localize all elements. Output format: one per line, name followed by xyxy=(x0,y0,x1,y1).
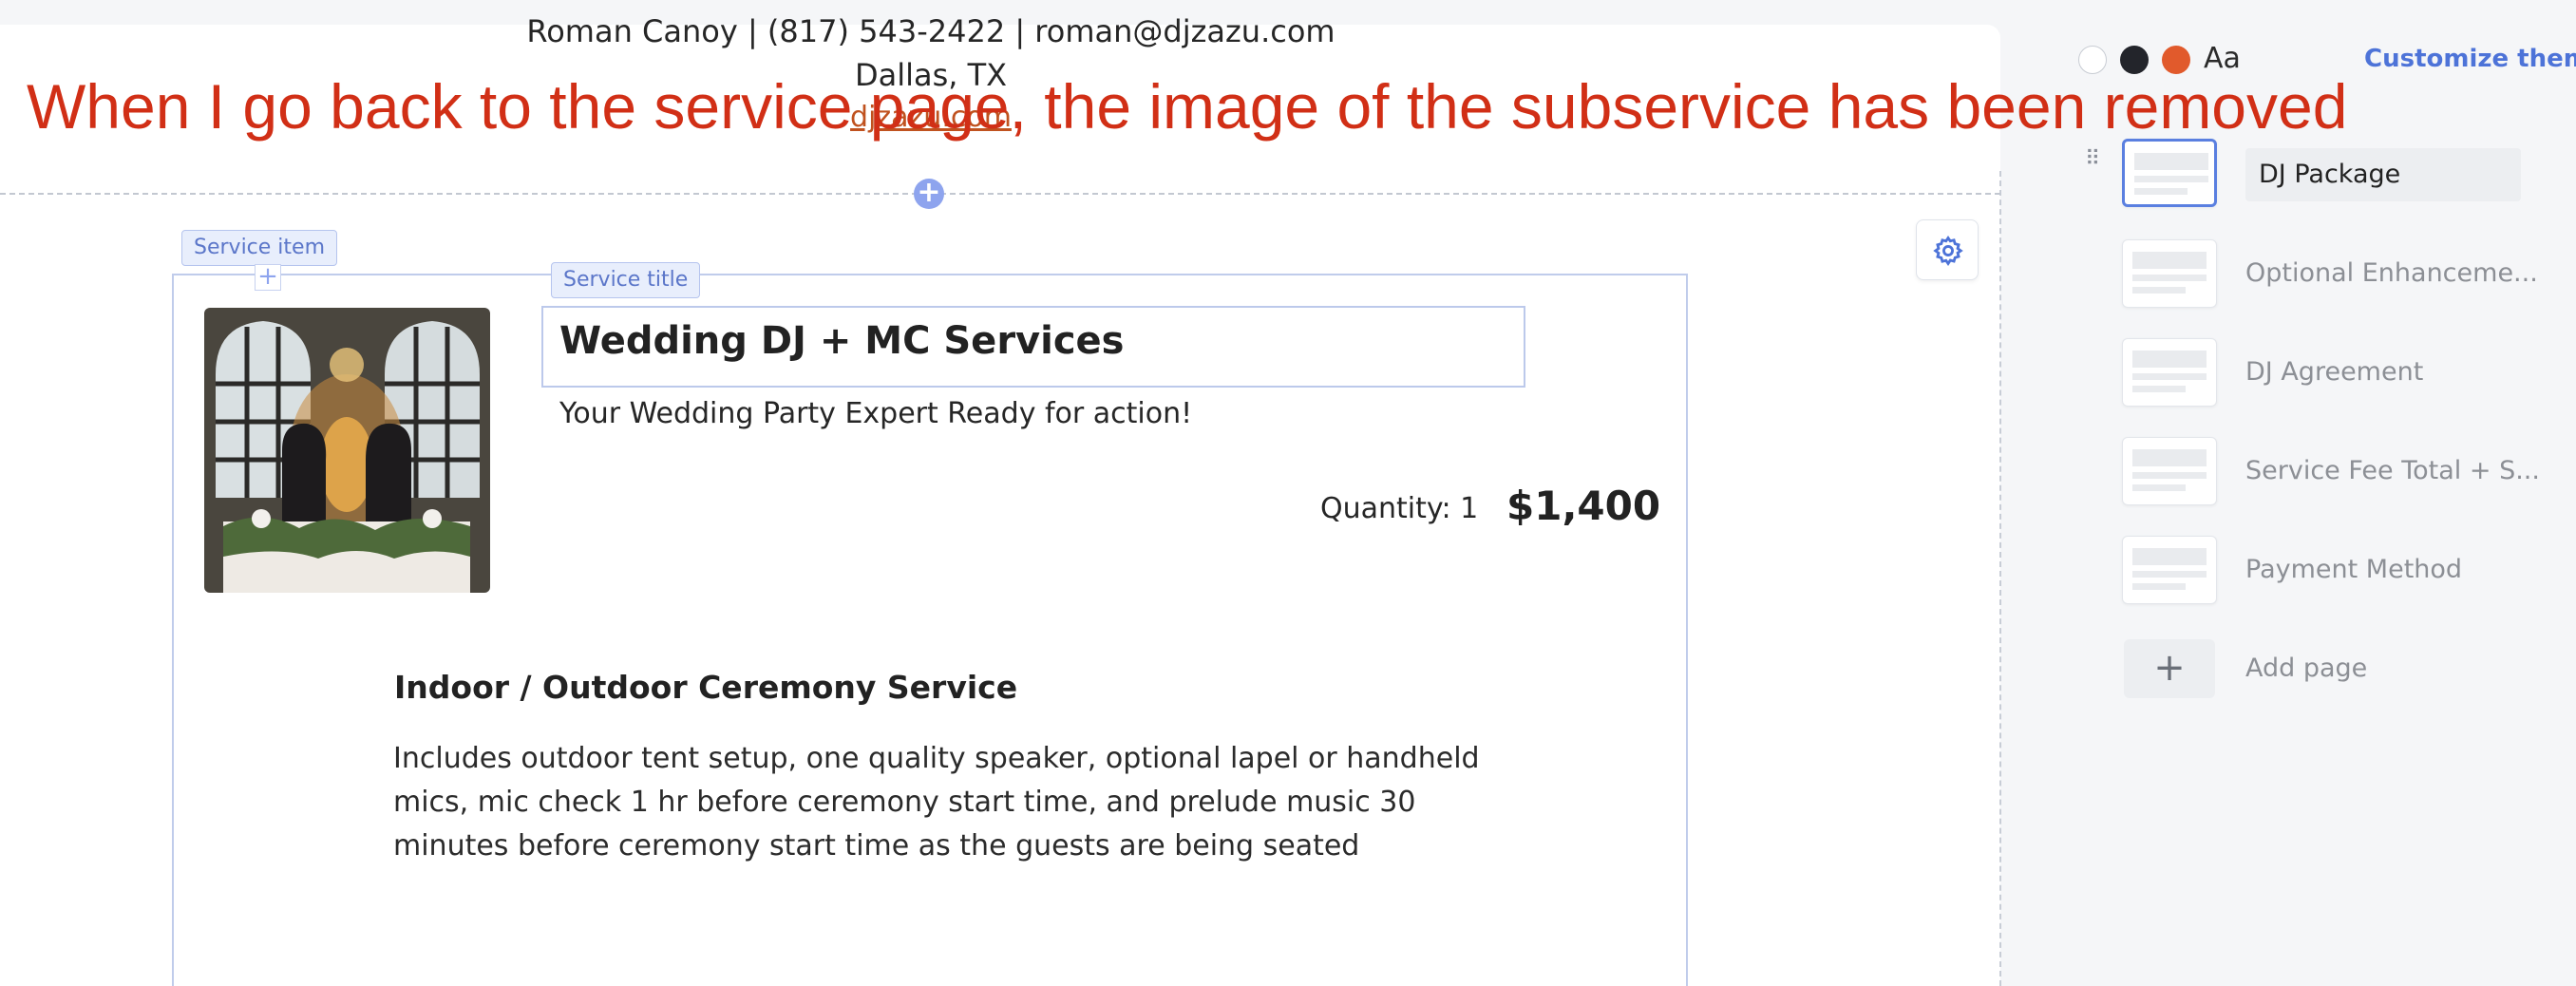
service-price: $1,400 xyxy=(1506,483,1661,529)
wedding-venue-photo xyxy=(204,308,490,593)
page-label[interactable]: DJ Package xyxy=(2245,148,2521,201)
add-page-button[interactable]: + xyxy=(2124,639,2215,698)
service-image[interactable] xyxy=(204,308,490,593)
add-block-plus-icon[interactable]: + xyxy=(255,264,281,291)
page-item-dj-agreement[interactable]: DJ Agreement xyxy=(2122,338,2521,410)
subservice-heading[interactable]: Indoor / Outdoor Ceremony Service xyxy=(394,669,1017,706)
page-thumbnail[interactable] xyxy=(2122,437,2217,505)
page-label[interactable]: Payment Method xyxy=(2245,555,2462,584)
page-item-dj-package[interactable]: DJ Package xyxy=(2122,139,2521,211)
page-label[interactable]: Optional Enhanceme... xyxy=(2245,258,2538,288)
theme-swatch-white[interactable] xyxy=(2078,46,2107,74)
annotation-text: When I go back to the service page, the … xyxy=(27,71,2348,142)
page-thumbnail[interactable] xyxy=(2122,536,2217,604)
header-contact-line: Roman Canoy | (817) 543-2422 | roman@djz… xyxy=(526,13,1335,49)
theme-swatch-black[interactable] xyxy=(2120,46,2149,74)
page-thumbnail[interactable] xyxy=(2122,139,2217,207)
block-settings-button[interactable] xyxy=(1916,219,1979,280)
page-item-payment-method[interactable]: Payment Method xyxy=(2122,536,2521,608)
add-page-label[interactable]: Add page xyxy=(2245,654,2367,683)
page-item-optional-enhancements[interactable]: Optional Enhanceme... xyxy=(2122,239,2538,312)
theme-font-label[interactable]: Aa xyxy=(2204,42,2241,75)
page-label[interactable]: Service Fee Total + S... xyxy=(2245,456,2540,485)
customize-theme-link[interactable]: Customize theme xyxy=(2364,45,2576,73)
drag-handle-icon[interactable]: ⠿ xyxy=(2085,149,2100,180)
subservice-description[interactable]: Includes outdoor tent setup, one quality… xyxy=(393,737,1514,868)
service-item-tag[interactable]: Service item xyxy=(181,230,338,266)
service-title[interactable]: Wedding DJ + MC Services xyxy=(559,319,1124,363)
service-title-tag[interactable]: Service title xyxy=(551,262,701,298)
theme-swatch-orange[interactable] xyxy=(2162,46,2190,74)
page-label[interactable]: DJ Agreement xyxy=(2245,357,2423,387)
add-section-button[interactable]: + xyxy=(914,179,944,209)
plus-icon: + xyxy=(2153,646,2186,690)
gear-icon xyxy=(1933,236,1963,266)
page-thumbnail[interactable] xyxy=(2122,338,2217,407)
canvas-boundary xyxy=(1999,171,2001,986)
page-item-service-fee-total[interactable]: Service Fee Total + S... xyxy=(2122,437,2540,509)
page-thumbnail[interactable] xyxy=(2122,239,2217,308)
section-divider xyxy=(0,193,2000,195)
service-quantity: Quantity: 1 xyxy=(1320,492,1479,525)
service-subtitle[interactable]: Your Wedding Party Expert Ready for acti… xyxy=(559,397,1192,430)
